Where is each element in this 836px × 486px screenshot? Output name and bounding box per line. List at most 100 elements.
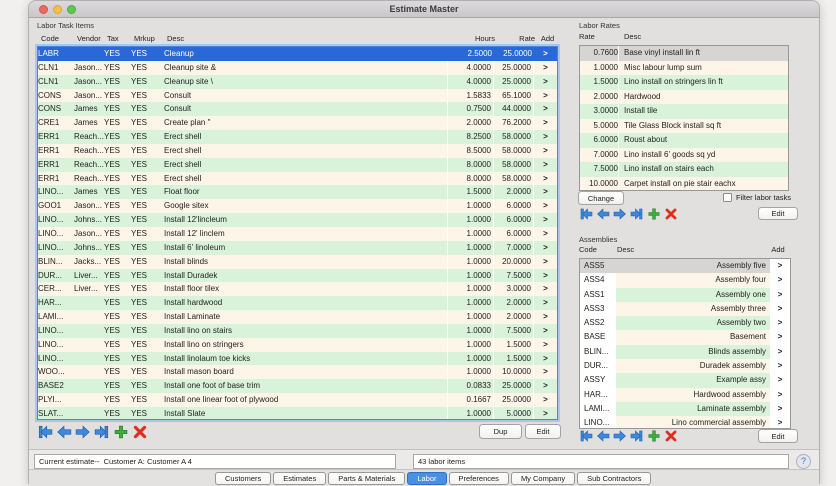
labor-task-row[interactable]: WOO... YES YES Install mason board 1.0000 10.… (38, 365, 557, 380)
labor-task-row[interactable]: SLAT... YES YES Install Slate 1.0000 5.0000 > (38, 406, 557, 419)
help-button[interactable]: ? (796, 454, 811, 469)
add-task-button[interactable]: > (534, 47, 557, 61)
labor-task-row[interactable]: CRE1 James YES YES Create plan " 2.0000 76.200… (38, 116, 557, 131)
assembly-row[interactable]: ASS5 Assembly five > (580, 259, 790, 274)
add-task-button[interactable]: > (534, 240, 557, 255)
labor-rate-row[interactable]: 6.0000 Roust about (580, 133, 788, 148)
filter-labor-tasks-checkbox[interactable] (723, 193, 732, 202)
add-task-button[interactable]: > (534, 337, 557, 352)
labor-rate-row[interactable]: 5.0000 Tile Glass Block install sq ft (580, 118, 788, 133)
add-task-button[interactable]: > (534, 365, 557, 380)
labor-tasks-next-record-button[interactable] (75, 424, 91, 440)
assembly-row[interactable]: BLIN... Blinds assembly > (580, 344, 790, 360)
add-task-button[interactable]: > (534, 102, 557, 117)
labor-rates-previous-record-button[interactable] (596, 207, 610, 221)
labor-rates-add-record-button[interactable] (647, 207, 661, 221)
add-task-button[interactable]: > (534, 323, 557, 338)
labor-task-row[interactable]: GOO1 Jason... YES YES Google sitex 1.0000 6.00… (38, 199, 557, 214)
labor-task-row[interactable]: ERR1 Reach... YES YES Erect shell 8.0000 58.00… (38, 157, 557, 172)
labor-task-row[interactable]: LINO... James YES YES Float floor 1.5000 2.000… (38, 185, 557, 200)
labor-task-row[interactable]: LINO... YES YES Install lino on stairs 1.000… (38, 323, 557, 338)
assemblies-previous-record-button[interactable] (596, 429, 610, 443)
assemblies-first-record-button[interactable] (579, 429, 593, 443)
add-task-button[interactable]: > (534, 379, 557, 394)
labor-rates-last-record-button[interactable] (630, 207, 644, 221)
labor-rate-row[interactable]: 7.5000 Lino install on stairs each (580, 162, 788, 177)
add-task-button[interactable]: > (534, 199, 557, 214)
labor-task-row[interactable]: LABR YES YES Cleanup 2.5000 25.0000 > (38, 47, 557, 61)
labor-tasks-table[interactable]: LABR YES YES Cleanup 2.5000 25.0000 > CLN1 Jason… (37, 46, 558, 420)
assemblies-next-record-button[interactable] (613, 429, 627, 443)
labor-rates-table[interactable]: 0.7600 Base vinyl install lin ft 1.0000 Mis… (579, 45, 789, 191)
labor-items-count-field[interactable]: 43 labor items (413, 454, 789, 469)
labor-rates-edit-button[interactable]: Edit (758, 207, 798, 220)
add-task-button[interactable]: > (534, 310, 557, 324)
add-task-button[interactable]: > (534, 88, 557, 103)
current-estimate-field[interactable]: Current estimate-- Customer A: Customer … (34, 454, 396, 469)
add-assembly-button[interactable]: > (770, 401, 790, 417)
change-button[interactable]: Change (578, 191, 624, 205)
labor-task-row[interactable]: BLIN... Jacks... YES YES Install blinds 1.000… (38, 254, 557, 269)
labor-rates-delete-record-button[interactable] (664, 207, 678, 221)
assemblies-last-record-button[interactable] (630, 429, 644, 443)
tab-customers[interactable]: Customers (215, 472, 272, 485)
add-assembly-button[interactable]: > (770, 416, 790, 428)
assembly-row[interactable]: ASS1 Assembly one > (580, 287, 790, 302)
add-task-button[interactable]: > (534, 171, 557, 186)
labor-rate-row[interactable]: 2.0000 Hardwood (580, 89, 788, 104)
add-task-button[interactable]: > (534, 143, 557, 158)
assemblies-edit-button[interactable]: Edit (758, 429, 798, 443)
assembly-row[interactable]: LINO... Lino commercial assembly > (580, 416, 790, 428)
assembly-row[interactable]: ASS3 Assembly three > (580, 301, 790, 317)
labor-task-row[interactable]: HAR... YES YES Install hardwood 1.0000 2.0000… (38, 296, 557, 311)
labor-task-row[interactable]: LINO... YES YES Install linolaum toe kicks 1… (38, 351, 557, 366)
tab-sub-contractors[interactable]: Sub Contractors (577, 472, 652, 485)
labor-task-row[interactable]: LINO... Jason... YES YES Install 12' linclem… (38, 226, 557, 241)
add-assembly-button[interactable]: > (770, 287, 790, 302)
labor-task-row[interactable]: LINO... YES YES Install lino on stringers 1.… (38, 337, 557, 352)
labor-task-row[interactable]: BASE2 YES YES Install one foot of base trim… (38, 379, 557, 394)
labor-task-row[interactable]: LINO... Johns... YES YES Install 6' linoleum… (38, 240, 557, 255)
labor-task-row[interactable]: CONS Jason... YES YES Consult 1.5833 65.1000 > (38, 88, 557, 103)
labor-tasks-previous-record-button[interactable] (56, 424, 72, 440)
labor-task-row[interactable]: LAMI... YES YES Install Laminate 1.0000 2.000… (38, 310, 557, 324)
add-assembly-button[interactable]: > (770, 301, 790, 317)
tab-my-company[interactable]: My Company (510, 472, 576, 485)
add-assembly-button[interactable]: > (770, 330, 790, 345)
labor-rate-row[interactable]: 1.0000 Misc labour lump sum (580, 60, 788, 75)
add-task-button[interactable]: > (534, 157, 557, 172)
labor-task-row[interactable]: CLN1 Jason... YES YES Cleanup site & 4.0000 25… (38, 60, 557, 75)
add-assembly-button[interactable]: > (770, 259, 790, 274)
labor-task-row[interactable]: DUR... Liver... YES YES Install Duradek 1.000… (38, 268, 557, 283)
labor-tasks-edit-button[interactable]: Edit (525, 424, 561, 439)
labor-tasks-first-record-button[interactable] (37, 424, 53, 440)
add-task-button[interactable]: > (534, 60, 557, 75)
labor-tasks-add-record-button[interactable] (113, 424, 129, 440)
assembly-row[interactable]: DUR... Duradek assembly > (580, 359, 790, 374)
add-task-button[interactable]: > (534, 406, 557, 419)
labor-task-row[interactable]: CER... Liver... YES YES Install floor tilex 1… (38, 282, 557, 297)
labor-task-row[interactable]: CONS James YES YES Consult 0.7500 44.0000 > (38, 102, 557, 117)
assemblies-add-record-button[interactable] (647, 429, 661, 443)
assembly-row[interactable]: ASSY Example assy > (580, 373, 790, 388)
labor-task-row[interactable]: ERR1 Reach... YES YES Erect shell 8.2500 58.00… (38, 130, 557, 144)
close-window-button[interactable] (39, 5, 48, 14)
add-assembly-button[interactable]: > (770, 316, 790, 331)
dup-button[interactable]: Dup (479, 424, 522, 439)
add-task-button[interactable]: > (534, 268, 557, 283)
labor-rate-row[interactable]: 0.7600 Base vinyl install lin ft (580, 46, 788, 61)
labor-rate-row[interactable]: 1.5000 Lino install on stringers lin ft (580, 75, 788, 90)
add-task-button[interactable]: > (534, 116, 557, 131)
labor-task-row[interactable]: LINO... Johns... YES YES Install 12'lincleum… (38, 213, 557, 227)
labor-task-row[interactable]: ERR1 Reach... YES YES Erect shell 8.5000 58.00… (38, 143, 557, 158)
add-task-button[interactable]: > (534, 74, 557, 89)
assembly-row[interactable]: LAMI... Laminate assembly > (580, 401, 790, 417)
tab-parts-materials[interactable]: Parts & Materials (328, 472, 406, 485)
labor-rate-row[interactable]: 10.0000 Carpet install on pie stair eachx (580, 176, 788, 190)
labor-rates-next-record-button[interactable] (613, 207, 627, 221)
assembly-row[interactable]: ASS2 Assembly two > (580, 316, 790, 331)
add-assembly-button[interactable]: > (770, 373, 790, 388)
labor-task-row[interactable]: ERR1 Reach... YES YES Erect shell 8.0000 58.00… (38, 171, 557, 186)
add-task-button[interactable]: > (534, 130, 557, 144)
labor-task-row[interactable]: CLN1 Jason... YES YES Cleanup site \ 4.0000 25… (38, 74, 557, 89)
